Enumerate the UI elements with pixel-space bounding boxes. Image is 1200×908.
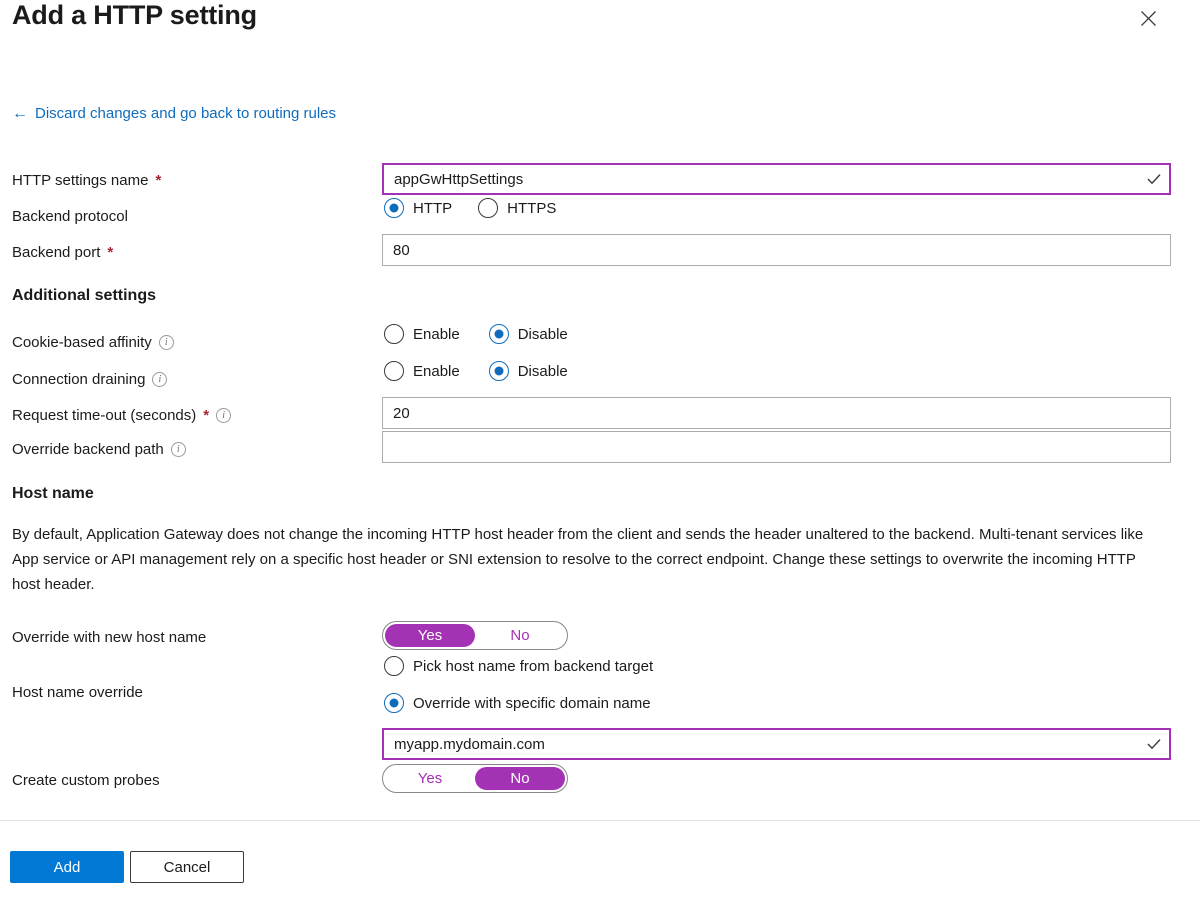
- radio-option-cookie-disable[interactable]: Disable: [489, 324, 568, 344]
- create-custom-probes-label: Create custom probes: [12, 773, 160, 788]
- create-custom-probes-toggle[interactable]: Yes No: [382, 764, 568, 793]
- info-icon[interactable]: i: [152, 372, 167, 387]
- radio-option-cookie-enable[interactable]: Enable: [384, 324, 460, 344]
- override-backend-path-label: Override backend path i: [12, 442, 186, 457]
- host-name-heading: Host name: [12, 485, 94, 503]
- radio-option-https[interactable]: HTTPS: [478, 198, 556, 218]
- add-button[interactable]: Add: [10, 851, 124, 883]
- add-http-setting-blade: Add a HTTP setting ← Discard changes and…: [0, 0, 1200, 908]
- radio-dot-https: [478, 198, 498, 218]
- host-name-description: By default, Application Gateway does not…: [12, 522, 1160, 597]
- close-icon: [1140, 10, 1157, 27]
- cookie-affinity-label: Cookie-based affinity i: [12, 335, 174, 350]
- radio-option-pick-host-from-backend[interactable]: Pick host name from backend target: [384, 656, 653, 676]
- override-new-host-name-label: Override with new host name: [12, 630, 206, 645]
- discard-changes-back-link[interactable]: ← Discard changes and go back to routing…: [12, 105, 336, 122]
- info-icon[interactable]: i: [171, 442, 186, 457]
- info-icon[interactable]: i: [159, 335, 174, 350]
- http-settings-name-input[interactable]: [382, 163, 1171, 195]
- arrow-left-icon: ←: [12, 106, 28, 122]
- domain-name-input[interactable]: [382, 728, 1171, 760]
- radio-option-draining-disable[interactable]: Disable: [489, 361, 568, 381]
- cancel-button[interactable]: Cancel: [130, 851, 244, 883]
- toggle-option-no[interactable]: No: [475, 767, 565, 790]
- radio-option-override-specific-domain[interactable]: Override with specific domain name: [384, 693, 651, 713]
- close-button[interactable]: [1132, 2, 1164, 34]
- backend-protocol-radio-group: HTTP HTTPS: [384, 198, 556, 218]
- backend-port-label: Backend port *: [12, 245, 113, 260]
- connection-draining-radio-group: Enable Disable: [384, 361, 568, 381]
- radio-option-draining-enable[interactable]: Enable: [384, 361, 460, 381]
- cookie-affinity-radio-group: Enable Disable: [384, 324, 568, 344]
- host-name-override-label: Host name override: [12, 685, 143, 700]
- override-backend-path-input[interactable]: [382, 431, 1171, 463]
- backend-port-input[interactable]: [382, 234, 1171, 266]
- back-link-label: Discard changes and go back to routing r…: [35, 105, 336, 122]
- info-icon[interactable]: i: [216, 408, 231, 423]
- radio-option-http[interactable]: HTTP: [384, 198, 452, 218]
- radio-dot-http: [384, 198, 404, 218]
- radio-dot-cookie-enable: [384, 324, 404, 344]
- request-timeout-label: Request time-out (seconds) * i: [12, 408, 231, 423]
- backend-protocol-label: Backend protocol: [12, 209, 128, 224]
- request-timeout-input[interactable]: [382, 397, 1171, 429]
- toggle-option-yes[interactable]: Yes: [385, 624, 475, 647]
- radio-dot-pick-host-from-backend: [384, 656, 404, 676]
- additional-settings-heading: Additional settings: [12, 287, 156, 305]
- radio-dot-cookie-disable: [489, 324, 509, 344]
- radio-dot-override-specific-domain: [384, 693, 404, 713]
- http-settings-name-label: HTTP settings name *: [12, 173, 161, 188]
- radio-dot-draining-disable: [489, 361, 509, 381]
- toggle-option-no[interactable]: No: [475, 624, 565, 647]
- footer-divider: [0, 820, 1200, 821]
- radio-dot-draining-enable: [384, 361, 404, 381]
- toggle-option-yes[interactable]: Yes: [385, 767, 475, 790]
- override-new-host-name-toggle[interactable]: Yes No: [382, 621, 568, 650]
- page-title: Add a HTTP setting: [12, 0, 257, 31]
- connection-draining-label: Connection draining i: [12, 372, 167, 387]
